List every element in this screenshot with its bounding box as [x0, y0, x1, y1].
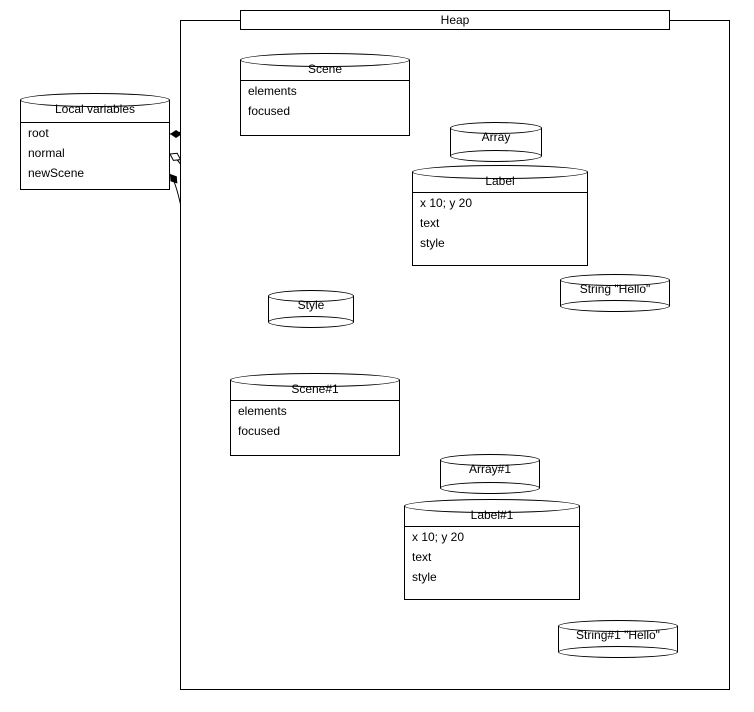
string-title: String "Hello" [580, 282, 651, 296]
label1-object: Label#1 x 10; y 20 text style [404, 506, 580, 600]
label-title: Label [485, 174, 514, 188]
locals-title: Local variables [55, 102, 135, 116]
scene-title: Scene [308, 62, 342, 76]
array-title: Array [482, 130, 511, 144]
string1-title: String#1 "Hello" [576, 628, 660, 642]
array1-title: Array#1 [469, 462, 511, 476]
scene-object: Scene elements focused [240, 60, 410, 136]
array1-object: Array#1 [440, 460, 540, 488]
style-title: Style [298, 298, 325, 312]
string-object: String "Hello" [560, 280, 670, 306]
array-object: Array [450, 128, 542, 156]
style-object: Style [268, 296, 354, 322]
local-variables-object: Local variables root normal newScene [20, 100, 170, 190]
label-object: Label x 10; y 20 text style [412, 172, 588, 266]
heap-title-text: Heap [441, 13, 470, 27]
scene1-title: Scene#1 [291, 382, 338, 396]
heap-title-tab: Heap [240, 10, 670, 30]
label1-title: Label#1 [471, 508, 514, 522]
scene1-object: Scene#1 elements focused [230, 380, 400, 456]
string1-object: String#1 "Hello" [558, 626, 678, 652]
